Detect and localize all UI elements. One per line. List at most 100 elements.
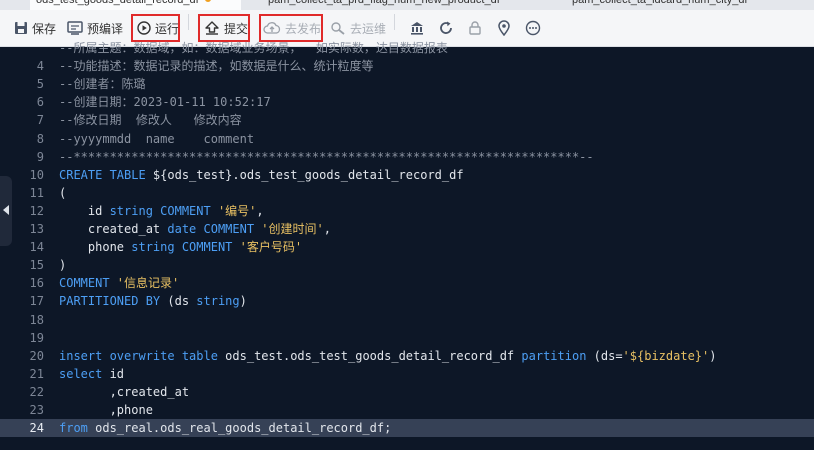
tab-label: ods_test_goods_detail_record_df <box>36 0 199 6</box>
line-number: 21 <box>29 366 44 381</box>
code-line[interactable]: 5 --创建者：陈璐 <box>0 75 814 93</box>
wrench-search-icon <box>331 22 345 35</box>
code-token: PARTITIONED BY <box>59 294 168 309</box>
code-text: created_at date COMMENT '创建时间', <box>59 220 331 238</box>
line-number: 20 <box>29 348 44 363</box>
code-token: '${bizdate}' <box>622 348 710 363</box>
run-button[interactable]: 运行 <box>131 14 180 42</box>
library-icon[interactable] <box>409 20 425 36</box>
code-text: CREATE TABLE ${ods_test}.ods_test_goods_… <box>59 166 464 184</box>
code-text: --**************************************… <box>59 148 594 166</box>
more-icon[interactable] <box>525 20 541 36</box>
line-number: 18 <box>29 312 44 327</box>
publish-label: 去发布 <box>285 21 322 36</box>
code-token: id <box>109 366 125 381</box>
code-line[interactable]: 14 phone string COMMENT '客户号码' <box>0 238 814 256</box>
code-token: , <box>256 203 264 218</box>
code-line[interactable]: 13 created_at date COMMENT '创建时间', <box>0 220 814 238</box>
code-line[interactable]: 19 <box>0 329 814 347</box>
code-line[interactable]: 15) <box>0 256 814 274</box>
code-token: ods_test.ods_test_goods_detail_record_df <box>225 348 522 363</box>
tab-pam-collect-idcard[interactable]: pam_collect_ta_idcard_num_city_df <box>566 0 814 10</box>
refresh-icon[interactable] <box>438 20 454 36</box>
code-text: phone string COMMENT '客户号码' <box>59 238 302 256</box>
code-line[interactable]: 20 insert overwrite table ods_test.ods_te… <box>0 347 814 365</box>
lock-icon[interactable] <box>467 20 483 36</box>
line-number: 22 <box>29 384 44 399</box>
code-text: select id <box>59 365 124 383</box>
code-token: select <box>59 366 110 381</box>
code-text: COMMENT '信息记录' <box>59 274 179 292</box>
line-number: 19 <box>29 330 44 345</box>
code-token: --创建者：陈璐 <box>59 77 146 92</box>
save-button[interactable]: 保存 <box>14 14 56 42</box>
code-line[interactable]: 12 id string COMMENT '编号', <box>0 202 814 220</box>
save-label: 保存 <box>32 21 57 36</box>
code-token: (ds= <box>593 348 623 363</box>
line-number: 4 <box>36 59 44 74</box>
code-token: COMMENT <box>59 276 117 291</box>
line-number: 14 <box>29 240 44 255</box>
code-line[interactable]: 9 --*************************************… <box>0 148 814 166</box>
line-number: 17 <box>29 294 44 309</box>
code-text: --yyyymmdd name comment <box>59 130 254 148</box>
code-token: --所属主题：数据域，如：数据域业务场景， 如实际数，达目数据报表 <box>59 41 448 55</box>
precompile-button[interactable]: 预编译 <box>67 14 123 42</box>
code-line[interactable]: 10 CREATE TABLE ${ods_test}.ods_test_good… <box>0 166 814 184</box>
line-number: 7 <box>36 113 44 128</box>
code-line[interactable]: 6 --创建日期：2023-01-11 10:52:17 <box>0 93 814 111</box>
tab-label: pam_collect_ta_idcard_num_city_df <box>572 0 748 6</box>
code-token: (ds <box>167 294 197 309</box>
code-line[interactable]: 21 select id <box>0 365 814 383</box>
code-token: ,phone <box>59 403 153 417</box>
code-token: string <box>196 294 240 309</box>
code-token: '编号' <box>217 203 257 218</box>
code-line[interactable]: 23 ,phone <box>0 401 814 419</box>
collapse-panel-handle[interactable] <box>0 176 12 246</box>
precompile-icon <box>67 21 83 35</box>
code-token: ,created_at <box>59 384 190 399</box>
code-line[interactable]: 22 ,created_at <box>0 383 814 401</box>
code-line[interactable]: 4 --功能描述：数据记录的描述，如数据是什么、统计粒度等 <box>0 57 814 75</box>
tab-label: pam_collect_ta_prd_flag_num_new_product_… <box>268 0 500 6</box>
code-token: '客户号码' <box>239 240 303 255</box>
code-token: --功能描述：数据记录的描述，如数据是什么、统计粒度等 <box>59 59 374 74</box>
location-icon[interactable] <box>496 20 512 37</box>
code-line[interactable]: 18 <box>0 311 814 329</box>
publish-button[interactable]: 去发布 <box>259 14 323 42</box>
code-line[interactable]: 24 from ods_real.ods_real_goods_detail_re… <box>0 419 814 438</box>
code-token: created_at <box>59 222 168 236</box>
code-text: id string COMMENT '编号', <box>59 202 264 220</box>
run-icon <box>137 21 151 35</box>
file-tab-bar: ods_test_goods_detail_record_df pam_coll… <box>0 0 814 10</box>
code-text: from ods_real.ods_real_goods_detail_reco… <box>59 419 391 437</box>
code-line[interactable]: 17 PARTITIONED BY (ds string) <box>0 292 814 310</box>
run-label: 运行 <box>155 21 180 36</box>
code-token: phone <box>59 240 132 255</box>
line-number: 24 <box>29 421 44 436</box>
code-line[interactable]: 8 --yyyymmdd name comment <box>0 130 814 148</box>
code-text: --创建者：陈璐 <box>59 75 145 93</box>
code-token: insert overwrite table <box>59 348 226 363</box>
code-token: string COMMENT <box>131 240 240 255</box>
code-text: --所属主题：数据域，如：数据域业务场景， 如实际数，达目数据报表 <box>59 39 448 57</box>
toolbar-divider <box>188 14 189 30</box>
code-text: ,created_at <box>59 383 189 401</box>
code-line[interactable]: 16 COMMENT '信息记录' <box>0 274 814 292</box>
line-number: 5 <box>36 77 44 92</box>
tab-ods-test-goods-detail-record-df[interactable]: ods_test_goods_detail_record_df <box>30 0 241 10</box>
save-icon <box>15 22 27 34</box>
code-token: '创建时间' <box>261 222 324 236</box>
code-token: CREATE TABLE <box>59 167 153 182</box>
submit-button[interactable]: 提交 <box>198 14 250 42</box>
ops-button[interactable]: 去运维 <box>330 14 386 42</box>
code-token: --**************************************… <box>59 149 594 164</box>
code-token: ) <box>709 348 717 363</box>
code-editor[interactable]: --所属主题：数据域，如：数据域业务场景， 如实际数，达目数据报表 4 --功能描述… <box>0 41 814 450</box>
code-line[interactable]: 7 --修改日期 修改人 修改内容 <box>0 111 814 129</box>
code-line[interactable]: 11 ( <box>0 184 814 202</box>
tab-pam-collect-prd-flag[interactable]: pam_collect_ta_prd_flag_num_new_product_… <box>262 0 558 10</box>
code-line[interactable]: --所属主题：数据域，如：数据域业务场景， 如实际数，达目数据报表 <box>0 39 814 57</box>
code-token: '信息记录' <box>116 276 180 291</box>
code-text: --功能描述：数据记录的描述，如数据是什么、统计粒度等 <box>59 57 373 75</box>
